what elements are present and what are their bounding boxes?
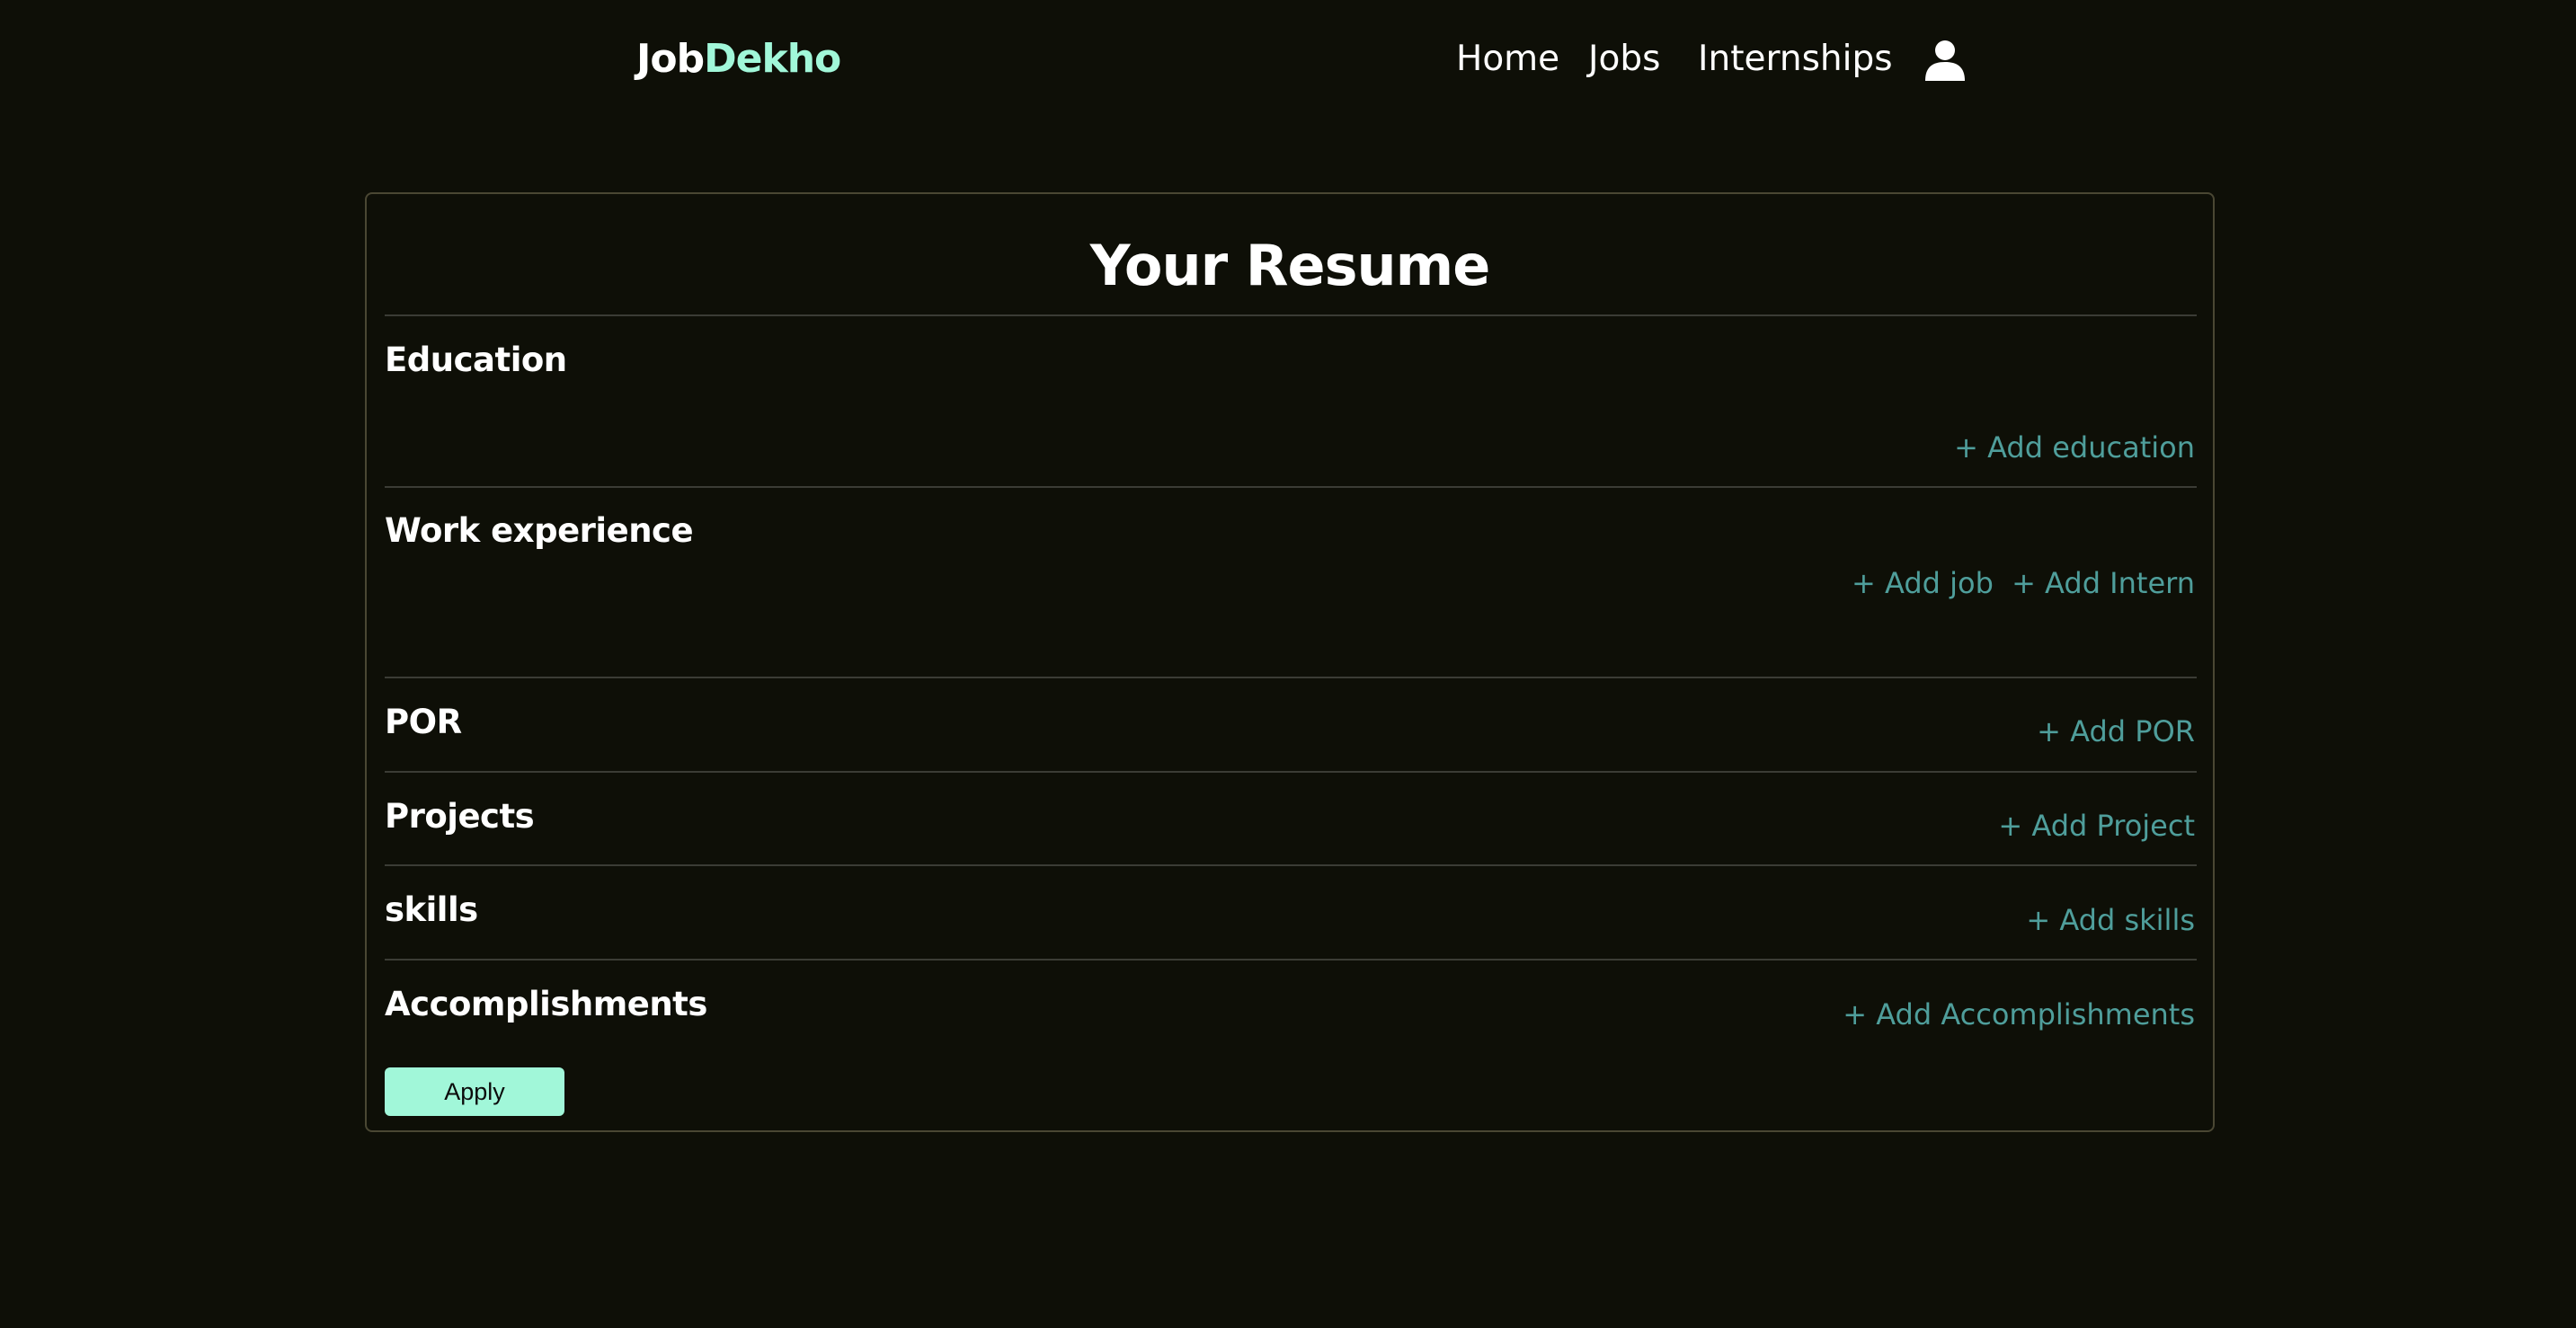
section-title-education: Education [385,341,567,379]
top-navbar: JobDekho Home Jobs Internships [0,0,2576,120]
user-profile-icon[interactable] [1923,40,1968,81]
add-project-link[interactable]: + Add Project [1998,806,2195,845]
page-title: Your Resume [1089,233,1491,298]
add-skills-link[interactable]: + Add skills [2026,900,2195,940]
resume-card: Your Resume Education + Add education Wo… [365,192,2215,1132]
divider [385,864,2197,866]
logo-text-dekho: Dekho [704,36,841,82]
section-title-projects: Projects [385,797,535,836]
add-accomplishments-link[interactable]: + Add Accomplishments [1843,995,2195,1034]
divider [385,314,2197,316]
nav-home-link[interactable]: Home [1456,34,1559,84]
section-title-accomplishments: Accomplishments [385,985,707,1023]
divider [385,959,2197,961]
divider [385,771,2197,773]
section-title-por: POR [385,703,462,741]
section-title-skills: skills [385,890,478,929]
logo[interactable]: JobDekho [636,32,841,86]
add-intern-link[interactable]: + Add Intern [2012,563,2195,603]
apply-button[interactable]: Apply [385,1067,564,1116]
logo-text-job: Job [636,36,705,82]
divider [385,677,2197,678]
add-job-link[interactable]: + Add job [1852,563,1994,603]
divider [385,486,2197,488]
section-title-work-experience: Work experience [385,511,694,550]
add-education-link[interactable]: + Add education [1954,428,2195,467]
nav-jobs-link[interactable]: Jobs [1588,34,1660,84]
nav-internships-link[interactable]: Internships [1698,34,1893,84]
add-por-link[interactable]: + Add POR [2037,712,2195,751]
